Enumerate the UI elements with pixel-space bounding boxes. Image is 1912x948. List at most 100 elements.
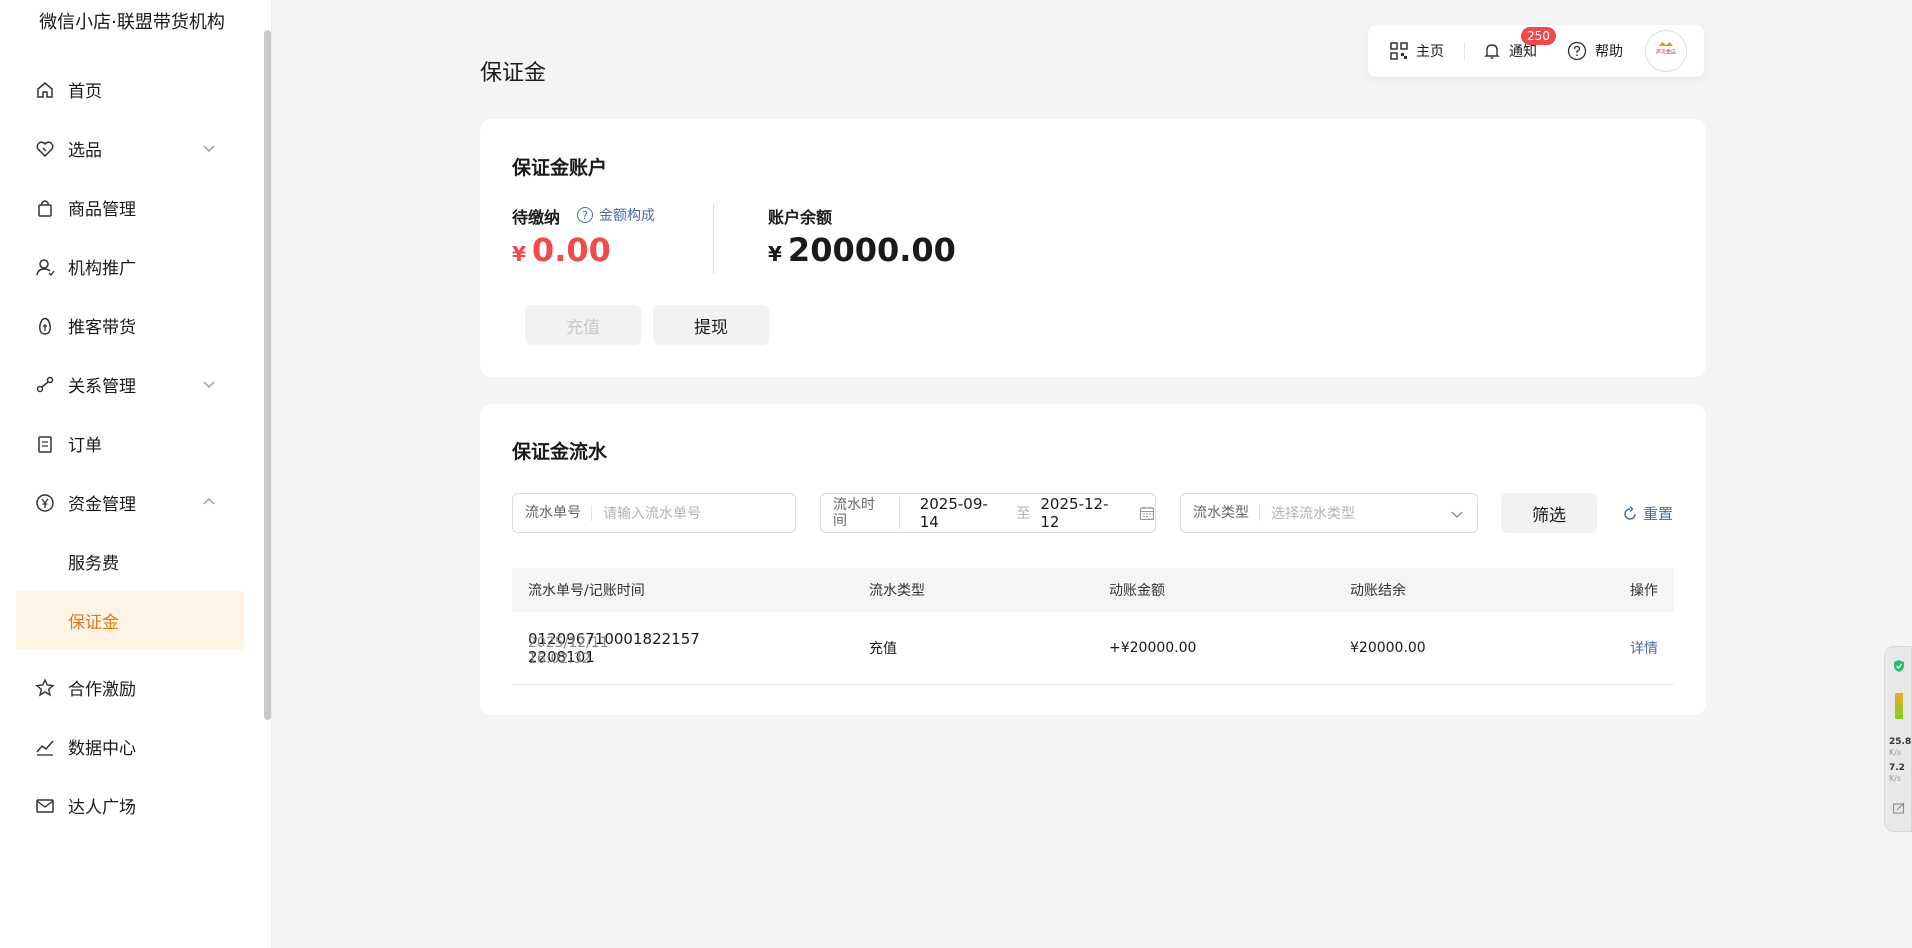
bag-icon [34,197,56,219]
deposit-account-card: 保证金账户 待缴纳 ? 金额构成 ¥ 0.00 账户余额 ¥ 20000.00 … [480,119,1706,377]
flow-number-field[interactable]: 流水单号 请输入流水单号 [512,493,796,533]
pending-amount-value: 0.00 [531,231,611,269]
flow-type-select[interactable]: 流水类型 选择流水类型 [1180,493,1478,533]
sidebar-item-products[interactable]: 商品管理 [0,178,264,237]
flow-time: 2025/12/11 16:02:32 [528,635,609,667]
flow-time-field[interactable]: 流水时间 2025-09-14 至 2025-12-12 [820,493,1156,533]
download-speed: 7.2 [1889,763,1905,773]
flow-type-cell: 充值 [869,641,897,657]
avatar-text: 声贝金店 [1656,49,1676,56]
filter-button[interactable]: 筛选 [1501,493,1597,533]
avatar-logo: 声贝金店 [1648,33,1684,69]
help-button[interactable]: 帮助 [1567,41,1623,61]
calendar-icon [1139,506,1155,521]
balance-amount-value: 20000.00 [787,231,956,269]
divider [713,204,714,274]
table-row: 012096710001822157 2208101 2025/12/11 16… [512,612,1674,685]
sidebar-item-label: 合作激励 [68,680,136,700]
detail-link[interactable]: 详情 [1630,638,1658,658]
flow-number-input[interactable]: 请输入流水单号 [592,503,701,523]
deposit-flow-card: 保证金流水 流水单号 请输入流水单号 流水时间 2025-09-14 至 202… [480,404,1706,715]
top-toolbar: 主页 通知 250 帮助 声贝金店 [1368,25,1704,77]
upload-speed: 25.8 [1889,737,1912,747]
date-separator: 至 [1016,506,1031,522]
withdraw-button[interactable]: 提现 [653,305,769,345]
shield-icon [1894,660,1904,672]
sidebar-item-data-center[interactable]: 数据中心 [0,717,264,776]
user-icon [34,256,56,278]
sidebar-item-orders[interactable]: 订单 [0,414,264,473]
flow-type-label: 流水类型 [1181,505,1260,521]
sidebar-item-referral[interactable]: 推客带货 [0,296,264,355]
upload-unit: K/s [1889,748,1902,757]
sidebar-item-selection[interactable]: 选品 [0,119,264,178]
flow-amount-cell: +¥20000.00 [1109,640,1197,656]
sidebar-scrollbar[interactable] [264,30,271,720]
column-header: 流水单号/记账时间 [528,583,645,599]
brand-title: 微信小店·联盟带货机构 [39,12,225,33]
tag-icon [34,138,56,160]
flow-title: 保证金流水 [512,441,608,463]
sidebar-item-talent-plaza[interactable]: 达人广场 [0,776,264,835]
crop-icon [1892,802,1905,814]
amount-composition-link[interactable]: ? 金额构成 [577,205,655,225]
balance-amount: ¥ 20000.00 [768,231,956,269]
bell-icon [1484,44,1500,59]
sidebar-item-finance[interactable]: 资金管理 [0,473,264,532]
chevron-down-icon [203,381,215,388]
relation-icon [34,374,56,396]
sidebar: 微信小店·联盟带货机构 首页 选品 商品管理 机构推广 推客带货 关系管理 订单… [0,0,272,948]
column-header: 动账金额 [1109,583,1165,599]
home-link-label: 主页 [1416,44,1444,60]
sidebar-item-label: 资金管理 [68,495,136,515]
notification-button[interactable]: 通知 250 [1483,27,1556,61]
reset-label: 重置 [1643,505,1674,523]
sidebar-item-incentive[interactable]: 合作激励 [0,658,264,717]
end-date[interactable]: 2025-12-12 [1040,495,1127,531]
sidebar-item-label: 选品 [68,141,102,161]
currency-symbol: ¥ [512,242,526,266]
flow-balance-cell: ¥20000.00 [1350,640,1426,656]
sidebar-item-service-fee[interactable]: 服务费 [0,532,264,591]
home-link[interactable]: 主页 [1390,41,1444,61]
sidebar-item-deposit[interactable]: 保证金 [16,591,244,650]
chevron-down-icon [1451,511,1463,518]
reset-button[interactable]: 重置 [1621,503,1673,524]
start-date[interactable]: 2025-09-14 [920,495,1007,531]
recharge-button[interactable]: 充值 [525,305,641,345]
signal-bars-icon [1895,693,1903,719]
mail-icon [34,795,56,817]
sidebar-item-label: 推客带货 [68,318,136,338]
sidebar-item-relations[interactable]: 关系管理 [0,355,264,414]
flow-number-label: 流水单号 [513,505,592,521]
account-title: 保证金账户 [512,157,608,179]
download-unit: K/s [1889,774,1902,783]
money-icon [34,315,56,337]
avatar[interactable]: 声贝金店 [1645,30,1687,72]
notification-badge: 250 [1521,27,1556,45]
sidebar-item-label: 达人广场 [68,798,136,818]
divider [1464,42,1465,60]
refresh-icon [1624,505,1636,520]
amount-composition-label: 金额构成 [599,208,655,224]
network-monitor-widget[interactable]: 25.8 K/s 7.2 K/s [1884,646,1912,832]
page-title: 保证金 [480,61,547,86]
column-header: 操作 [1630,583,1658,599]
sidebar-nav: 首页 选品 商品管理 机构推广 推客带货 关系管理 订单 资金管理 服务费 保证… [0,60,264,835]
chevron-down-icon [203,145,215,152]
trend-icon [34,736,56,758]
question-icon: ? [577,207,593,223]
help-icon [1567,41,1587,61]
star-icon [34,677,56,699]
table-header: 流水单号/记账时间 流水类型 动账金额 动账结余 操作 [512,568,1674,612]
clipboard-icon [34,433,56,455]
pending-amount: ¥ 0.00 [512,231,611,269]
sidebar-item-home[interactable]: 首页 [0,60,264,119]
sidebar-item-label: 订单 [68,436,102,456]
sidebar-item-promotion[interactable]: 机构推广 [0,237,264,296]
pending-label: 待缴纳 [512,208,561,227]
qr-icon [1390,42,1408,60]
sidebar-item-label: 关系管理 [68,377,136,397]
sidebar-item-label: 机构推广 [68,259,136,279]
chevron-up-icon [203,498,215,505]
